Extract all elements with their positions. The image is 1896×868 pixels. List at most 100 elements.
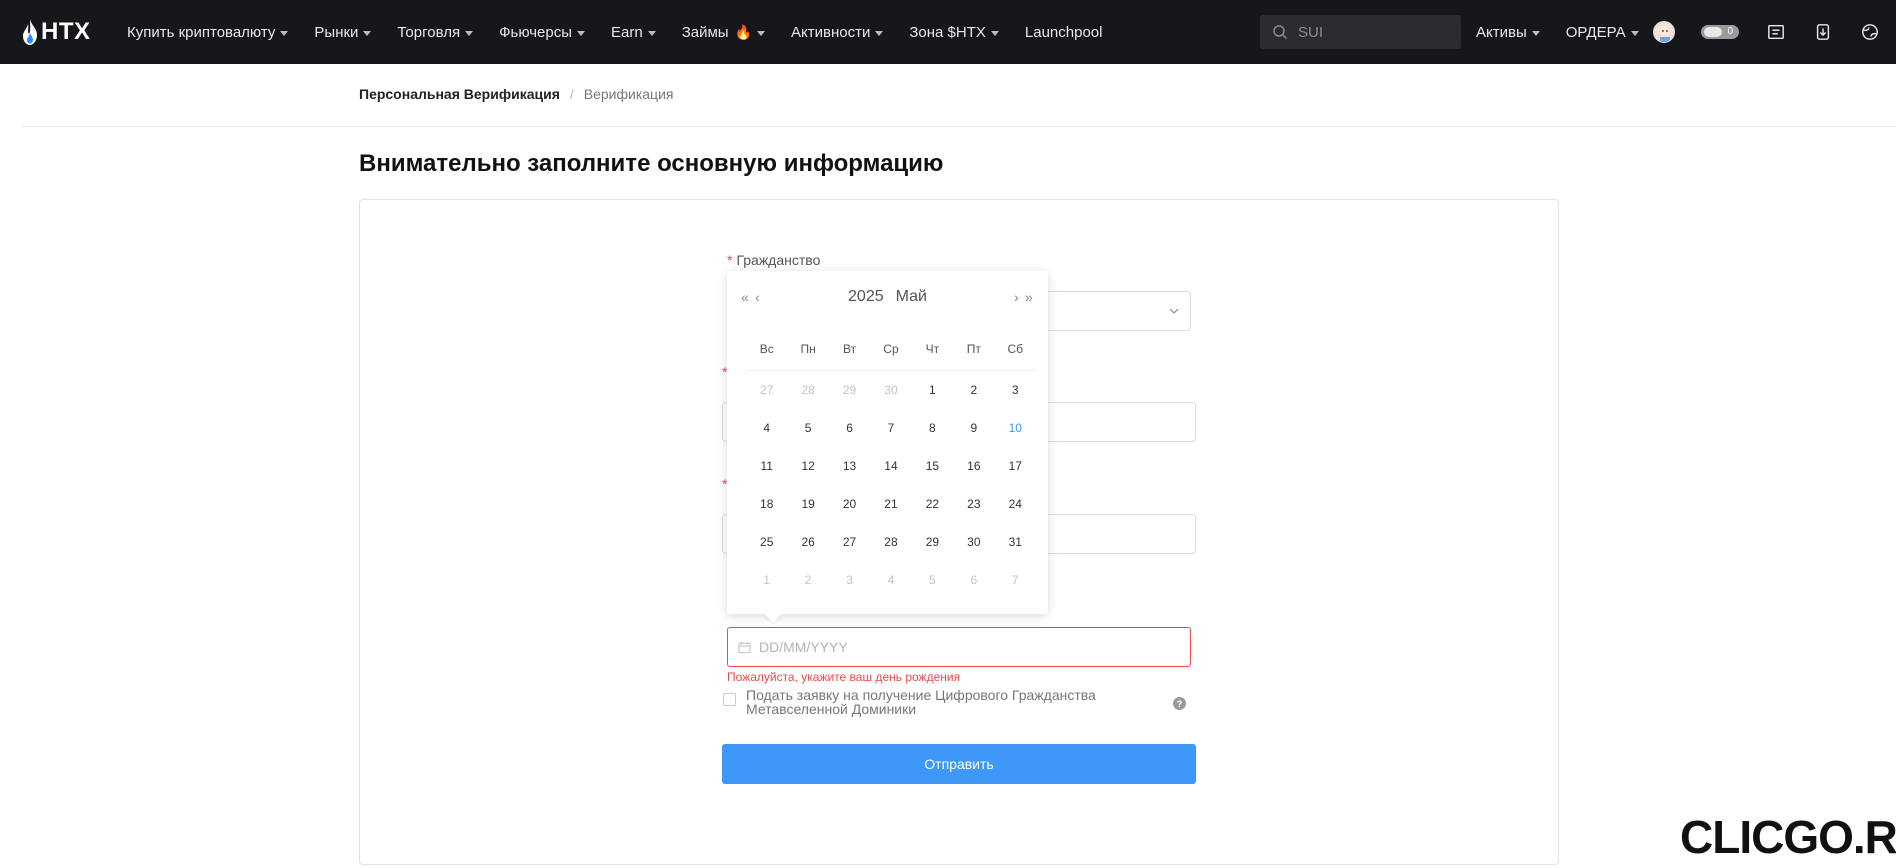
weekday-header: Сб <box>1007 342 1024 356</box>
nav-item-label: Купить криптовалюту <box>127 23 276 41</box>
calendar-day[interactable]: 21 <box>870 497 911 511</box>
calendar-day[interactable]: 29 <box>829 383 870 397</box>
calendar-day[interactable]: 28 <box>787 383 828 397</box>
birthdate-field[interactable] <box>727 627 1191 667</box>
calendar-day-today[interactable]: 10 <box>995 421 1036 435</box>
birthdate-input[interactable] <box>759 639 1159 655</box>
help-icon[interactable]: ? <box>1173 697 1186 710</box>
calendar-day[interactable]: 28 <box>870 535 911 549</box>
calendar-day[interactable]: 27 <box>829 535 870 549</box>
nav-item-label: Рынки <box>314 23 359 41</box>
weekday-header: Вс <box>759 342 774 356</box>
nav-item-0[interactable]: Купить криптовалюту <box>127 23 289 41</box>
calendar-day[interactable]: 17 <box>995 459 1036 473</box>
nav-item-7[interactable]: Зона $HTX <box>909 24 999 41</box>
calendar-day[interactable]: 22 <box>912 497 953 511</box>
caret-down-icon <box>363 30 372 36</box>
calendar-day[interactable]: 2 <box>953 383 994 397</box>
calendar-week-row: 27 28 29 30 1 2 3 <box>746 371 1036 409</box>
calendar-week-row: 25 26 27 28 29 30 31 <box>746 523 1036 561</box>
avatar-face-icon <box>1654 22 1674 42</box>
nav-item-2[interactable]: Торговля <box>397 24 474 41</box>
caret-down-icon <box>990 30 999 36</box>
calendar-day[interactable]: 4 <box>870 573 911 587</box>
calendar-day[interactable]: 9 <box>953 421 994 435</box>
required-mark: * <box>727 252 733 268</box>
calendar-day[interactable]: 26 <box>787 535 828 549</box>
nav-item-label: Фьючерсы <box>499 23 573 41</box>
nav-item-3[interactable]: Фьючерсы <box>499 23 586 41</box>
calendar-day[interactable]: 27 <box>746 383 787 397</box>
calendar-day[interactable]: 8 <box>912 421 953 435</box>
calendar-day[interactable]: 18 <box>746 497 787 511</box>
language-globe-icon[interactable] <box>1858 20 1882 44</box>
calendar-day[interactable]: 13 <box>829 459 870 473</box>
calendar-day[interactable]: 30 <box>870 383 911 397</box>
orders-list-icon[interactable] <box>1764 20 1788 44</box>
download-app-icon[interactable] <box>1811 20 1835 44</box>
search-input[interactable] <box>1298 23 1448 41</box>
dominica-option: Подать заявку на получение Цифрового Гра… <box>723 688 1193 716</box>
right-nav-item-0[interactable]: Активы <box>1476 24 1540 41</box>
brand-name: HTX <box>41 18 91 45</box>
calendar-day[interactable]: 6 <box>953 573 994 587</box>
calendar-day[interactable]: 16 <box>953 459 994 473</box>
calendar-day[interactable]: 15 <box>912 459 953 473</box>
calendar-day[interactable]: 1 <box>912 383 953 397</box>
calendar-day[interactable]: 30 <box>953 535 994 549</box>
calendar-day[interactable]: 23 <box>953 497 994 511</box>
breadcrumb-parent[interactable]: Персональная Верификация <box>359 86 560 102</box>
calendar-day[interactable]: 11 <box>746 459 787 473</box>
user-avatar[interactable] <box>1653 21 1675 43</box>
caret-down-icon <box>757 30 766 36</box>
calendar-day[interactable]: 31 <box>995 535 1036 549</box>
calendar-day[interactable]: 20 <box>829 497 870 511</box>
dominica-label: Подать заявку на получение Цифрового Гра… <box>746 687 1096 717</box>
calendar-day[interactable]: 12 <box>787 459 828 473</box>
calendar-week-row: 11 12 13 14 15 16 17 <box>746 447 1036 485</box>
calendar-day[interactable]: 2 <box>787 573 828 587</box>
caret-down-icon <box>577 30 586 36</box>
calendar-month[interactable]: Май <box>896 288 927 305</box>
htx-logo[interactable]: HTX <box>22 16 91 48</box>
nav-item-5[interactable]: Займы 🔥 <box>681 23 766 41</box>
dominica-checkbox[interactable] <box>723 693 736 706</box>
calendar-day[interactable]: 3 <box>995 383 1036 397</box>
calendar-day[interactable]: 19 <box>787 497 828 511</box>
calendar-day[interactable]: 1 <box>746 573 787 587</box>
right-nav-item-1[interactable]: ОРДЕРА <box>1566 24 1639 41</box>
calendar-day[interactable]: 24 <box>995 497 1036 511</box>
nav-item-label: Займы <box>681 23 729 41</box>
nav-item-8[interactable]: Launchpool <box>1025 24 1103 41</box>
calendar-day[interactable]: 14 <box>870 459 911 473</box>
caret-down-icon <box>1531 30 1540 36</box>
nav-item-1[interactable]: Рынки <box>314 23 372 41</box>
weekday-header: Вт <box>843 342 857 356</box>
calendar-day[interactable]: 5 <box>912 573 953 587</box>
next-month-button[interactable]: › <box>1014 290 1019 304</box>
theme-toggle[interactable]: 0 <box>1701 25 1739 39</box>
calendar-day[interactable]: 5 <box>787 421 828 435</box>
main-nav: Купить криптовалюту Рынки Торговля Фьючерсы… <box>127 0 1128 64</box>
nav-item-6[interactable]: Активности <box>791 24 884 41</box>
nav-item-4[interactable]: Earn <box>611 24 656 41</box>
calendar-day[interactable]: 3 <box>829 573 870 587</box>
calendar-week-row: 4 5 6 7 8 9 10 <box>746 409 1036 447</box>
calendar-icon <box>738 641 751 653</box>
next-year-button[interactable]: » <box>1025 290 1033 304</box>
citizenship-label-text: Гражданство <box>736 252 821 268</box>
calendar-day[interactable]: 4 <box>746 421 787 435</box>
search-box[interactable] <box>1260 15 1461 49</box>
calendar-day[interactable]: 6 <box>829 421 870 435</box>
calendar-day[interactable]: 25 <box>746 535 787 549</box>
right-nav: Активы ОРДЕРА <box>1476 0 1665 64</box>
submit-button[interactable]: Отправить <box>722 744 1196 784</box>
calendar-day[interactable]: 29 <box>912 535 953 549</box>
weekday-header: Ср <box>883 342 899 356</box>
calendar-day[interactable]: 7 <box>870 421 911 435</box>
breadcrumb-current: Верификация <box>583 86 674 102</box>
calendar-year[interactable]: 2025 <box>848 288 884 305</box>
nav-item-label: Launchpool <box>1024 23 1103 41</box>
calendar-week-row: 18 19 20 21 22 23 24 <box>746 485 1036 523</box>
calendar-day[interactable]: 7 <box>995 573 1036 587</box>
